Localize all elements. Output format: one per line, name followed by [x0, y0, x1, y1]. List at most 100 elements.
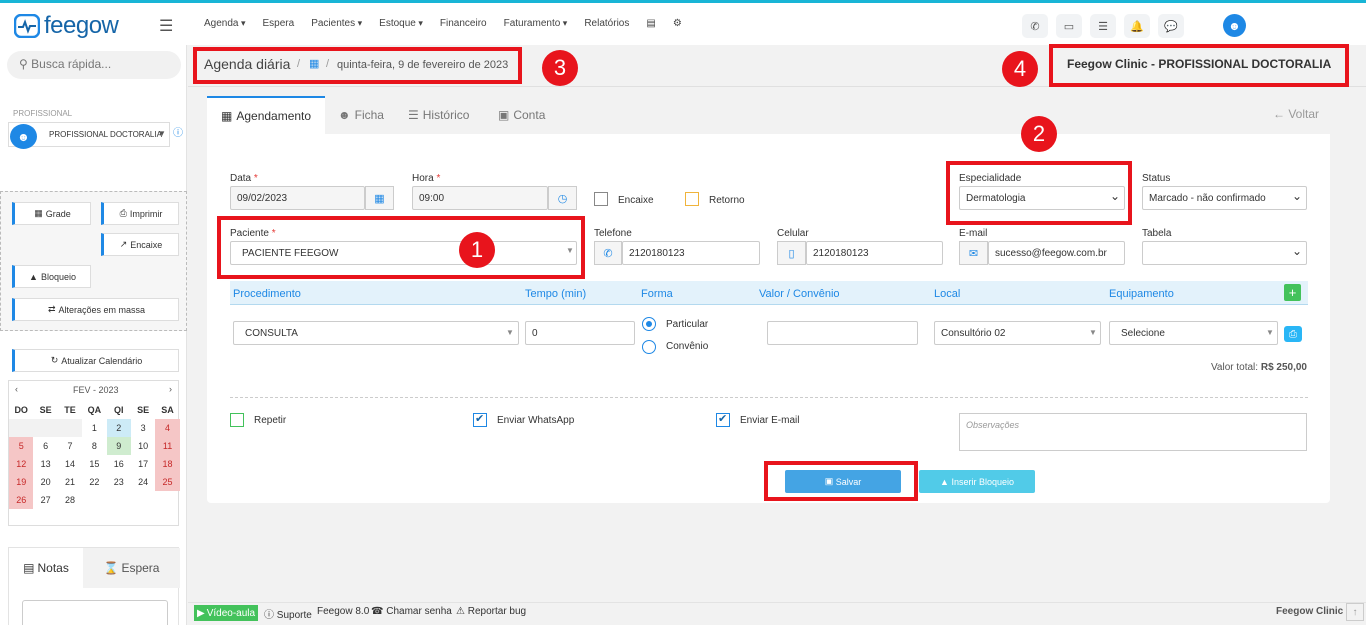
nav-relatorios[interactable]: Relatórios: [584, 18, 629, 29]
tab-ficha[interactable]: ☻ Ficha: [338, 96, 384, 134]
calendar-day[interactable]: 13: [33, 455, 57, 473]
bell-icon[interactable]: 🔔: [1124, 14, 1150, 38]
info-icon[interactable]: ⓘ: [173, 124, 183, 139]
chat-icon[interactable]: 💬: [1158, 14, 1184, 38]
repetir-checkbox[interactable]: [230, 413, 244, 427]
calendar-empty: [131, 491, 155, 509]
calendar-day[interactable]: 20: [33, 473, 57, 491]
data-input[interactable]: 09/02/2023: [230, 186, 365, 210]
observacoes-textarea[interactable]: Observações: [959, 413, 1307, 451]
celular-input[interactable]: 2120180123: [806, 241, 943, 265]
alteracoes-button[interactable]: ⇄ Alterações em massa: [12, 298, 179, 321]
tab-espera[interactable]: ⌛ Espera: [83, 548, 180, 588]
calendar-day[interactable]: 19: [9, 473, 34, 491]
local-select[interactable]: Consultório 02: [934, 321, 1101, 345]
calendar-day[interactable]: 14: [58, 455, 82, 473]
quick-search-input[interactable]: ⚲ Busca rápida...: [7, 51, 181, 79]
email-input[interactable]: sucesso@feegow.com.br: [988, 241, 1125, 265]
imprimir-button[interactable]: ⎙ Imprimir: [101, 202, 179, 225]
calendar-day[interactable]: 17: [131, 455, 155, 473]
calendar-day[interactable]: 5: [9, 437, 34, 455]
inserir-bloqueio-button[interactable]: ▲ Inserir Bloqueio: [919, 470, 1035, 493]
nav-agenda[interactable]: Agenda: [204, 18, 246, 29]
database-icon[interactable]: ▤: [646, 18, 655, 29]
notes-textarea[interactable]: [22, 600, 168, 625]
reportar-bug-link[interactable]: ⚠ Reportar bug: [456, 606, 526, 617]
valor-input[interactable]: [767, 321, 918, 345]
calendar-day[interactable]: 16: [107, 455, 131, 473]
equipamento-select[interactable]: Selecione: [1109, 321, 1278, 345]
procedimento-select[interactable]: CONSULTA: [233, 321, 519, 345]
calendar-day[interactable]: 10: [131, 437, 155, 455]
nav-faturamento[interactable]: Faturamento: [504, 18, 568, 29]
calendar-day[interactable]: 1: [82, 419, 106, 437]
tempo-input[interactable]: 0: [525, 321, 635, 345]
calendar-day[interactable]: 21: [58, 473, 82, 491]
hora-input[interactable]: 09:00: [412, 186, 548, 210]
suporte-link[interactable]: ⓘ Suporte: [264, 606, 312, 621]
whatsapp-checkbox[interactable]: [473, 412, 487, 427]
convenio-radio[interactable]: [642, 340, 656, 354]
encaixe-button[interactable]: ↗ Encaixe: [101, 233, 179, 256]
top-navbar: feegow ☰ Agenda Espera Pacientes Estoque…: [0, 3, 1366, 45]
tab-conta-label: Conta: [513, 108, 546, 122]
print-icon[interactable]: ⎙: [1284, 326, 1302, 342]
add-procedure-button[interactable]: +: [1284, 284, 1301, 301]
tab-agendamento[interactable]: ▦ Agendamento: [207, 96, 326, 134]
tab-notas[interactable]: ▤ Notas: [9, 548, 83, 588]
status-select[interactable]: Marcado - não confirmado: [1142, 186, 1307, 210]
nav-espera[interactable]: Espera: [263, 18, 295, 29]
calendar-day[interactable]: 2: [106, 419, 131, 437]
chevron-left-icon[interactable]: ‹: [15, 384, 18, 394]
calendar-day[interactable]: 26: [9, 491, 34, 509]
badge-4: 4: [1002, 51, 1038, 87]
hora-label-text: Hora: [412, 173, 434, 184]
hamburger-menu-icon[interactable]: ☰: [159, 16, 173, 36]
calendar-day[interactable]: 9: [106, 437, 131, 455]
calendar-day[interactable]: 6: [33, 437, 57, 455]
calendar-day[interactable]: 18: [155, 455, 180, 473]
tab-conta[interactable]: ▣ Conta: [498, 96, 545, 134]
tab-historico[interactable]: ☰ Histórico: [408, 96, 469, 134]
calendar-picker-icon[interactable]: ▦: [365, 186, 394, 210]
calendar-day[interactable]: 25: [155, 473, 180, 491]
voltar-button[interactable]: ← Voltar: [1262, 96, 1330, 132]
chevron-right-icon[interactable]: ›: [169, 384, 172, 394]
grade-button[interactable]: ▦ Grade: [12, 202, 91, 225]
particular-radio[interactable]: [642, 317, 656, 331]
calendar-day[interactable]: 23: [107, 473, 131, 491]
calendar-day[interactable]: 12: [9, 455, 34, 473]
nav-financeiro[interactable]: Financeiro: [440, 18, 487, 29]
calendar-day[interactable]: 22: [82, 473, 106, 491]
celular-label: Celular: [777, 228, 809, 239]
video-aula-button[interactable]: ▶ Vídeo-aula: [194, 605, 259, 621]
logo[interactable]: feegow: [14, 12, 119, 40]
nav-estoque[interactable]: Estoque: [379, 18, 423, 29]
tasks-icon[interactable]: ☰: [1090, 14, 1116, 38]
email-checkbox[interactable]: [716, 412, 730, 427]
tabela-select[interactable]: [1142, 241, 1307, 265]
inbox-icon[interactable]: ▭: [1056, 14, 1082, 38]
nav-pacientes[interactable]: Pacientes: [311, 18, 362, 29]
profissional-label: PROFISSIONAL: [13, 109, 73, 118]
user-avatar[interactable]: ☻: [1223, 14, 1246, 37]
calendar-day[interactable]: 8: [82, 437, 106, 455]
bloqueio-button[interactable]: ▲ Bloqueio: [12, 265, 91, 288]
calendar-day[interactable]: 24: [131, 473, 155, 491]
atualizar-calendario-button[interactable]: ↻ Atualizar Calendário: [12, 349, 179, 372]
calendar-day[interactable]: 4: [155, 419, 180, 437]
calendar-day[interactable]: 7: [58, 437, 82, 455]
calendar-day[interactable]: 27: [33, 491, 57, 509]
clock-icon[interactable]: ◷: [548, 186, 577, 210]
phone-icon[interactable]: ✆: [1022, 14, 1048, 38]
calendar-day[interactable]: 28: [58, 491, 82, 509]
chamar-senha-link[interactable]: ☎ Chamar senha: [371, 606, 452, 617]
encaixe-checkbox[interactable]: [594, 192, 608, 206]
scroll-top-icon[interactable]: ↑: [1346, 603, 1364, 621]
calendar-day[interactable]: 11: [155, 437, 180, 455]
calendar-day[interactable]: 15: [82, 455, 106, 473]
gear-icon[interactable]: ⚙: [673, 18, 682, 29]
retorno-checkbox[interactable]: [685, 192, 699, 206]
calendar-day[interactable]: 3: [131, 419, 155, 437]
telefone-input[interactable]: 2120180123: [622, 241, 760, 265]
